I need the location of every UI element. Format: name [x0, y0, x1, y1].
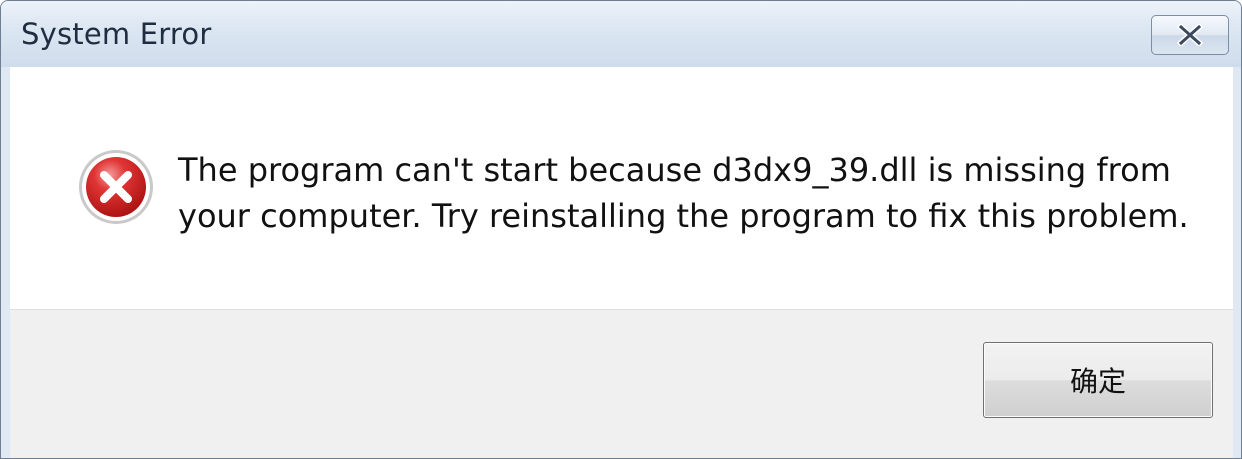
dialog-content: The program can't start because d3dx9_39… [10, 67, 1233, 309]
dialog-title: System Error [21, 17, 212, 51]
close-icon [1175, 24, 1205, 46]
dialog-footer: 确定 [10, 309, 1233, 458]
close-button[interactable] [1151, 15, 1229, 55]
error-icon [76, 147, 156, 227]
error-message: The program can't start because d3dx9_39… [178, 151, 1189, 235]
title-bar[interactable]: System Error [1, 1, 1241, 67]
error-dialog-window: System Error The program can't start bec… [0, 0, 1242, 459]
ok-button[interactable]: 确定 [983, 342, 1213, 418]
